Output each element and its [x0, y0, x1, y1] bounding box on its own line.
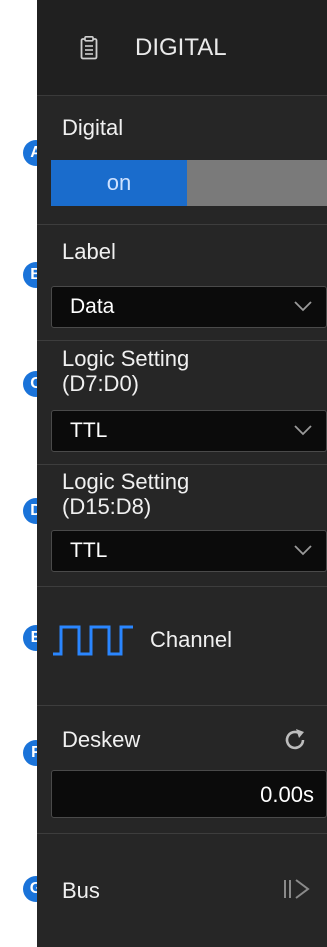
digital-label: Digital: [62, 115, 124, 140]
digital-toggle[interactable]: on: [51, 160, 327, 206]
label-select-value: Data: [70, 295, 115, 318]
chevron-down-icon: [294, 545, 312, 556]
logic-setting-low-label-line1: Logic Setting: [62, 346, 190, 371]
logic-setting-low-value: TTL: [70, 419, 108, 442]
menu-header: DIGITAL: [37, 0, 327, 96]
logic-setting-high-value: TTL: [70, 539, 108, 562]
channel-menu-item[interactable]: Channel: [37, 587, 327, 705]
reset-icon[interactable]: [282, 727, 308, 753]
divider: [37, 340, 327, 341]
deskew-value: 0.00s: [260, 782, 314, 807]
chevron-down-icon: [294, 425, 312, 436]
bus-label: Bus: [62, 878, 100, 903]
document-icon: [80, 36, 98, 60]
logic-setting-high-label-line2: (D15:D8): [62, 494, 152, 519]
chevron-down-icon: [294, 301, 312, 312]
divider: [37, 224, 327, 225]
menu-title: DIGITAL: [135, 34, 227, 61]
divider: [37, 705, 327, 706]
bus-menu-item[interactable]: Bus: [37, 834, 327, 947]
deskew-value-field[interactable]: 0.00s: [51, 770, 327, 818]
logic-setting-low-select[interactable]: TTL: [51, 410, 327, 452]
logic-setting-low-label-line2: (D7:D0): [62, 371, 140, 396]
expand-arrow-icon: [284, 879, 310, 899]
digital-menu-panel: DIGITAL Digital on Label Data Logic Sett…: [37, 0, 327, 947]
channel-label: Channel: [150, 627, 232, 652]
divider: [37, 464, 327, 465]
logic-setting-high-select[interactable]: TTL: [51, 530, 327, 572]
deskew-label: Deskew: [62, 727, 141, 752]
label-setting-label: Label: [62, 239, 116, 264]
label-select[interactable]: Data: [51, 286, 327, 328]
pulse-wave-icon: [53, 625, 133, 656]
toggle-on-state[interactable]: on: [51, 160, 187, 206]
logic-setting-high-label-line1: Logic Setting: [62, 469, 190, 494]
